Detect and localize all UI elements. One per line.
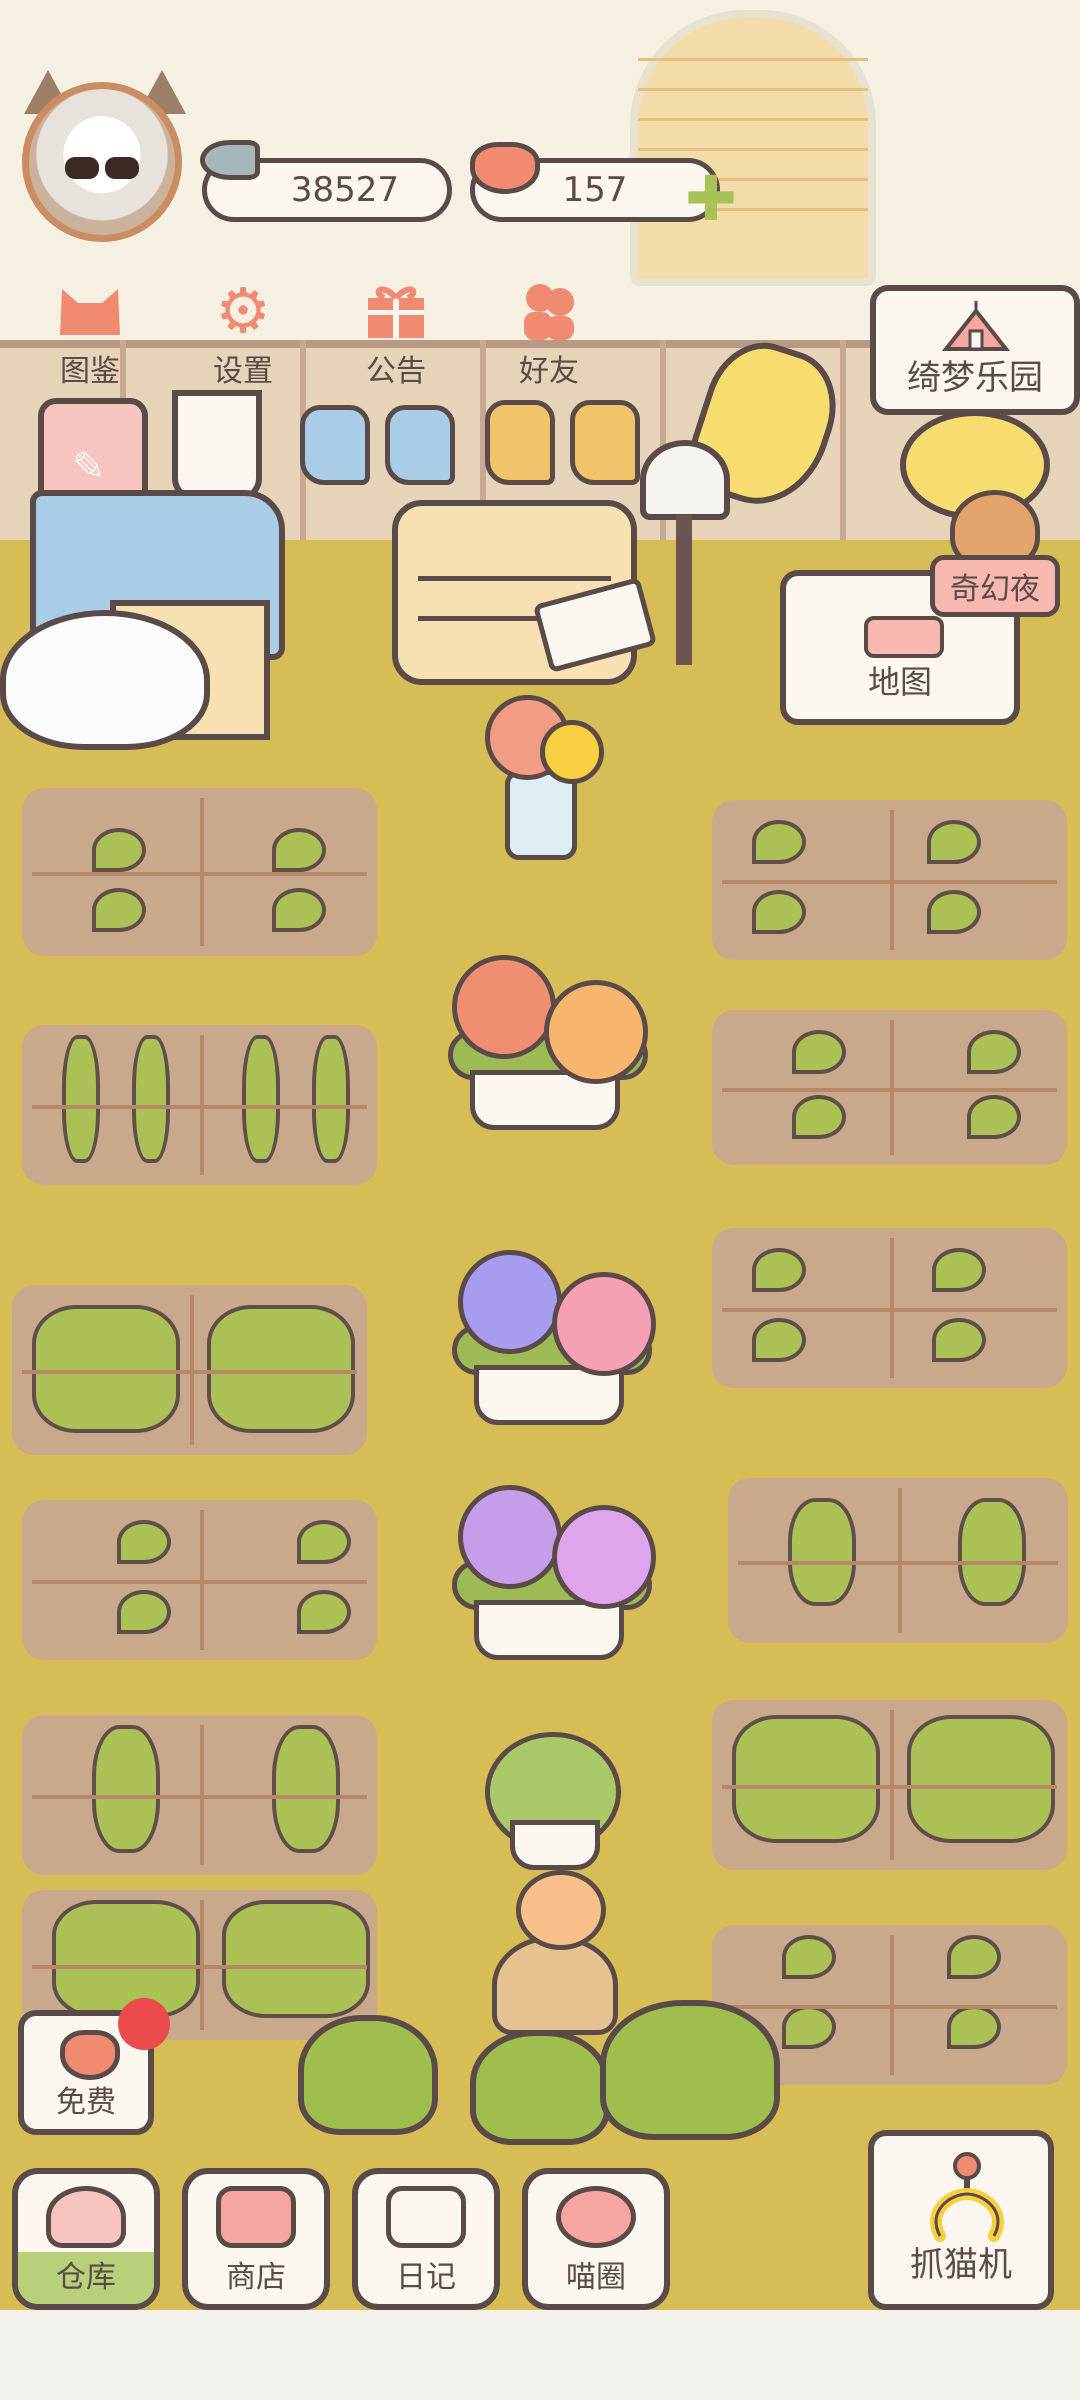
dream-park-sign[interactable]: 绮梦乐园 bbox=[870, 285, 1080, 415]
claw-machine-label: 抓猫机 bbox=[910, 2245, 1012, 2285]
menu-friends-label: 好友 bbox=[519, 354, 579, 389]
warehouse-button[interactable]: 仓库 bbox=[12, 2168, 160, 2310]
arched-window bbox=[630, 10, 876, 286]
plus-icon: ✚ bbox=[685, 162, 737, 235]
blue-boot bbox=[385, 405, 455, 485]
gear-icon: ⚙ bbox=[215, 274, 271, 347]
hydrangea-bloom bbox=[552, 1505, 656, 1609]
dream-park-label: 绮梦乐园 bbox=[907, 358, 1043, 398]
warehouse-label: 仓库 bbox=[56, 2260, 116, 2295]
menu-settings-button[interactable]: ⚙ 设置 bbox=[183, 276, 303, 390]
lily-bloom bbox=[516, 1870, 606, 1950]
yellow-boot bbox=[570, 400, 640, 485]
player-avatar[interactable] bbox=[22, 82, 182, 242]
farm-plot[interactable] bbox=[22, 1500, 377, 1660]
hydrangea-bloom bbox=[458, 1250, 562, 1354]
friends-icon bbox=[509, 276, 589, 346]
menu-friends-button[interactable]: 好友 bbox=[489, 276, 609, 390]
shop-icon bbox=[216, 2186, 296, 2248]
shop-label: 商店 bbox=[226, 2260, 286, 2295]
menu-settings-label: 设置 bbox=[213, 354, 273, 389]
fish-icon bbox=[200, 140, 260, 180]
map-label: 地图 bbox=[867, 663, 932, 701]
sunglasses-icon bbox=[105, 157, 139, 179]
farm-plot[interactable] bbox=[712, 1010, 1067, 1165]
circus-tent-icon bbox=[941, 301, 1011, 351]
farm-plot[interactable] bbox=[712, 1228, 1067, 1388]
planet-cat-icon bbox=[556, 2186, 636, 2248]
notification-badge bbox=[118, 1998, 170, 2050]
hydrangea-bloom bbox=[552, 1272, 656, 1376]
sack-planter bbox=[492, 1935, 618, 2035]
map-icon bbox=[864, 616, 944, 658]
free-gift-label: 免费 bbox=[56, 2085, 116, 2120]
hydrangea-bloom bbox=[452, 955, 556, 1059]
farm-plot[interactable] bbox=[22, 788, 377, 956]
hedge-bush bbox=[470, 2030, 610, 2145]
cat-circle-label: 喵圈 bbox=[566, 2260, 626, 2295]
hedge-bush bbox=[298, 2015, 438, 2135]
diary-icon bbox=[386, 2186, 466, 2248]
utensil-cup bbox=[172, 390, 262, 502]
menu-notice-button[interactable]: 公告 bbox=[336, 276, 456, 390]
fantasy-night-label: 奇幻夜 bbox=[950, 572, 1040, 607]
flower-pot[interactable] bbox=[474, 1600, 624, 1660]
farm-plot[interactable] bbox=[728, 1478, 1068, 1643]
blue-boot bbox=[300, 405, 370, 485]
hydrangea-bloom bbox=[544, 980, 648, 1084]
fish-count: 38527 bbox=[290, 170, 400, 210]
flower-pot[interactable] bbox=[510, 1820, 600, 1870]
street-lamp-pole bbox=[676, 515, 692, 665]
cat-circle-button[interactable]: 喵圈 bbox=[522, 2168, 670, 2310]
farm-plot[interactable] bbox=[12, 1285, 367, 1455]
farm-plot[interactable] bbox=[22, 1715, 377, 1875]
yellow-boot bbox=[485, 400, 555, 485]
menu-collection-button[interactable]: 图鉴 bbox=[30, 276, 150, 390]
street-lamp-head bbox=[640, 440, 730, 520]
menu-collection-label: 图鉴 bbox=[60, 354, 120, 389]
pencil-icon: ✎ bbox=[72, 444, 106, 490]
claw-icon bbox=[930, 2152, 1004, 2242]
hedge-bush bbox=[600, 2000, 780, 2140]
cat-head-icon bbox=[50, 276, 130, 346]
farm-plot[interactable] bbox=[712, 800, 1067, 960]
menu-notice-label: 公告 bbox=[366, 354, 426, 389]
farm-plot[interactable] bbox=[22, 1025, 377, 1185]
heart-count: 157 bbox=[562, 170, 628, 210]
add-hearts-button[interactable]: ✚ bbox=[680, 168, 742, 230]
diary-label: 日记 bbox=[396, 2260, 456, 2295]
gift-icon bbox=[356, 276, 436, 346]
flower-bloom bbox=[540, 720, 604, 784]
snow-ground bbox=[0, 2310, 1080, 2400]
fantasy-night-sign[interactable]: 奇幻夜 bbox=[930, 555, 1060, 617]
farm-plot[interactable] bbox=[712, 1700, 1067, 1870]
fence-post bbox=[840, 340, 846, 540]
bowl-icon bbox=[46, 2186, 126, 2248]
diary-button[interactable]: 日记 bbox=[352, 2168, 500, 2310]
sunglasses-icon bbox=[65, 157, 99, 179]
claw-machine-button[interactable]: 抓猫机 bbox=[868, 2130, 1054, 2310]
heart-icon bbox=[470, 142, 540, 194]
heart-icon bbox=[60, 2030, 120, 2080]
hydrangea-bloom bbox=[458, 1485, 562, 1589]
white-dog[interactable] bbox=[0, 610, 210, 750]
shop-button[interactable]: 商店 bbox=[182, 2168, 330, 2310]
